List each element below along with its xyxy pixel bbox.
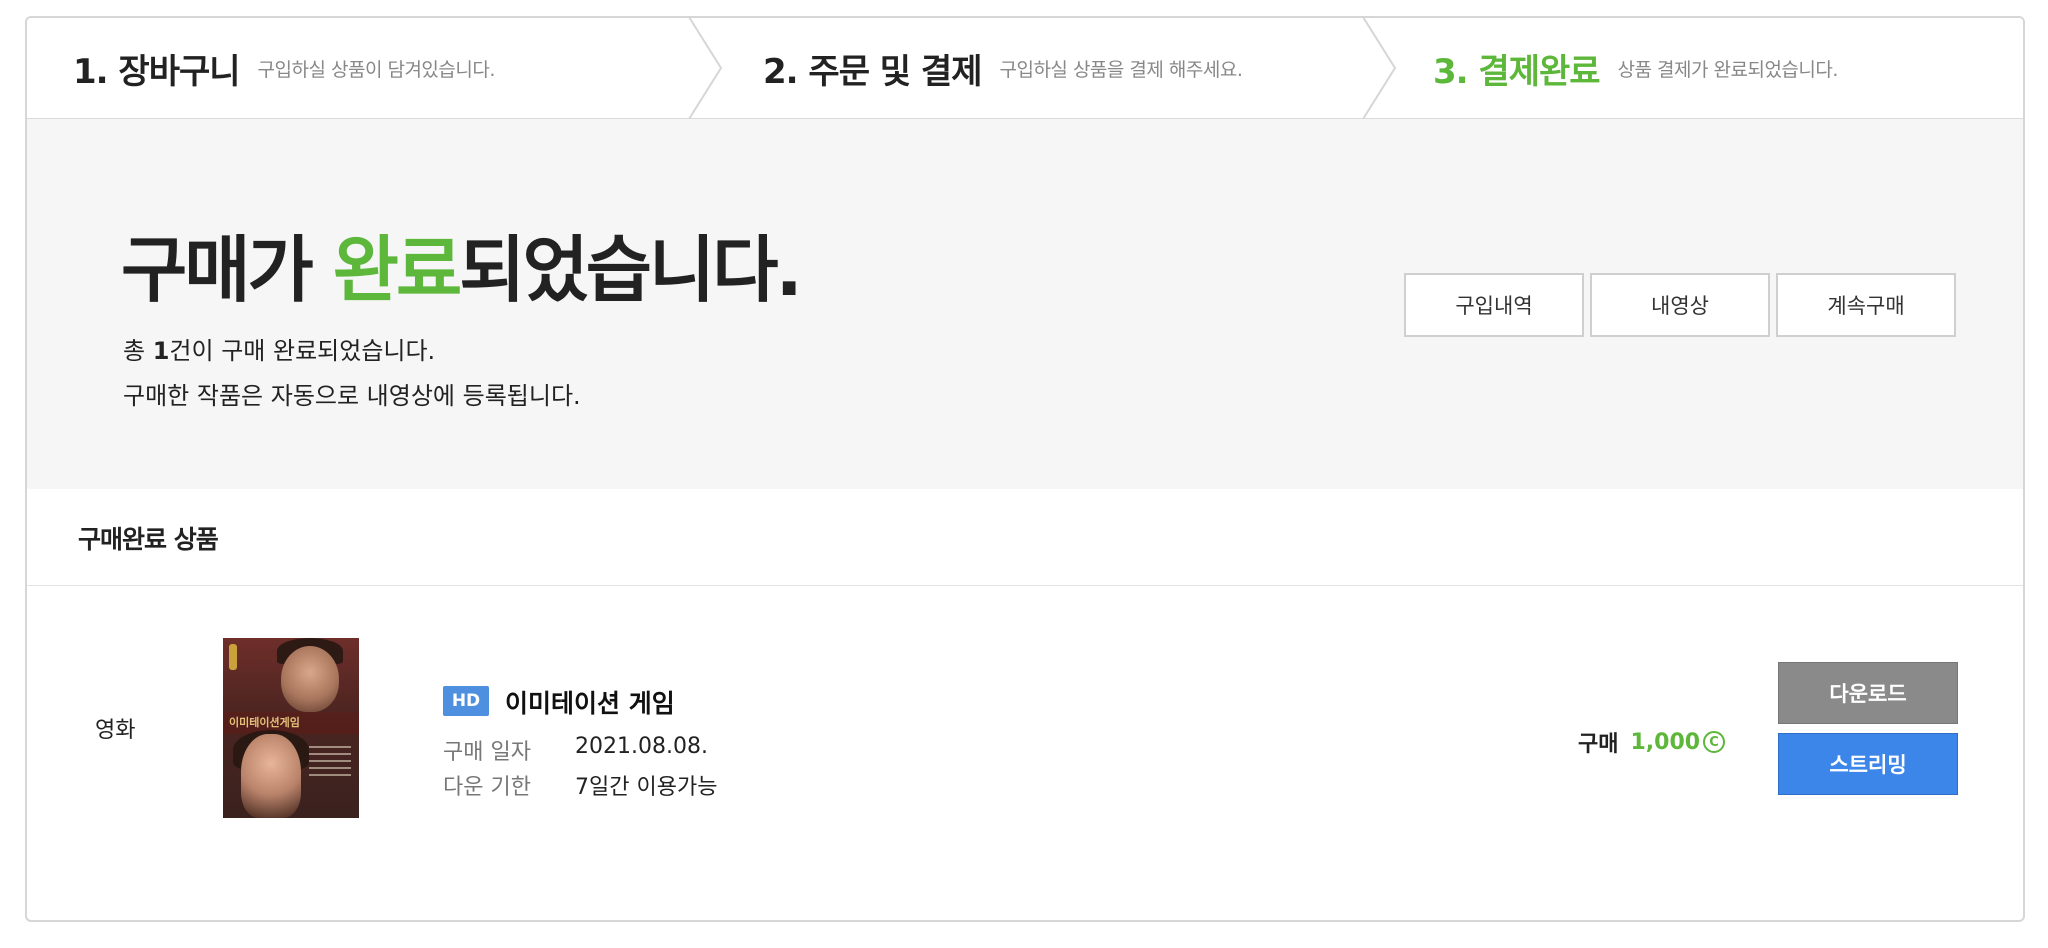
poster-figure	[241, 734, 301, 818]
poster-award-icon	[229, 644, 237, 670]
price-value: 1,000	[1630, 729, 1701, 755]
coin-currency-icon: C	[1703, 731, 1726, 753]
count-prefix: 총	[123, 337, 153, 365]
step-description: 구입하실 상품이 담겨있습니다.	[257, 58, 496, 81]
count-suffix: 건이 구매 완료되었습니다.	[169, 337, 436, 365]
download-button[interactable]: 다운로드	[1778, 662, 1958, 724]
product-category: 영화	[95, 718, 136, 743]
completion-heading: 구매가 완료되었습니다.	[121, 211, 803, 316]
completion-count-text: 총 1건이 구매 완료되었습니다.	[123, 331, 435, 366]
step-cart: 1. 장바구니 구입하실 상품이 담겨있습니다.	[73, 18, 495, 118]
streaming-button[interactable]: 스트리밍	[1778, 733, 1958, 795]
heading-text: 구매가	[121, 228, 333, 312]
price-label: 구매	[1578, 732, 1619, 757]
step-title: 3. 결제완료	[1433, 51, 1601, 92]
step-description: 상품 결제가 완료되었습니다.	[1617, 58, 1839, 81]
step-separator-chevron	[1362, 18, 1397, 119]
checkout-steps: 1. 장바구니 구입하실 상품이 담겨있습니다. 2. 주문 및 결제 구입하실…	[27, 18, 2023, 119]
purchase-date-label: 구매 일자	[443, 740, 531, 765]
purchase-price: 구매 1,000 C	[1578, 726, 1726, 758]
auto-register-notice: 구매한 작품은 자동으로 내영상에 등록됩니다.	[123, 382, 581, 410]
continue-shopping-button[interactable]: 계속구매	[1776, 273, 1956, 337]
download-period-label: 다운 기한	[443, 775, 531, 800]
poster-figure	[281, 646, 339, 712]
step-order-payment: 2. 주문 및 결제 구입하실 상품을 결제 해주세요.	[763, 18, 1243, 118]
completed-products-heading: 구매완료 상품	[78, 525, 219, 554]
purchase-history-button[interactable]: 구입내역	[1404, 273, 1584, 337]
completion-hero: 구매가 완료되었습니다. 총 1건이 구매 완료되었습니다. 구매한 작품은 자…	[27, 119, 2023, 489]
poster-title-text: 이미테이션게임	[229, 716, 300, 729]
heading-text: 되었습니다.	[459, 228, 803, 312]
divider	[27, 585, 2023, 586]
step-payment-complete: 3. 결제완료 상품 결제가 완료되었습니다.	[1433, 18, 1838, 118]
download-period-value: 7일간 이용가능	[575, 775, 718, 800]
step-title: 1. 장바구니	[73, 51, 241, 92]
poster-credits	[309, 746, 351, 776]
hd-badge: HD	[443, 686, 489, 716]
purchase-date-value: 2021.08.08.	[575, 734, 708, 759]
movie-poster-thumbnail[interactable]: 이미테이션게임	[223, 638, 359, 818]
my-videos-button[interactable]: 내영상	[1590, 273, 1770, 337]
order-complete-panel: 1. 장바구니 구입하실 상품이 담겨있습니다. 2. 주문 및 결제 구입하실…	[25, 16, 2025, 922]
heading-accent-text: 완료	[332, 228, 462, 312]
count-value: 1	[152, 337, 170, 365]
product-title[interactable]: 이미테이션 게임	[505, 684, 675, 720]
step-title: 2. 주문 및 결제	[763, 51, 982, 92]
step-separator-chevron	[688, 18, 723, 119]
step-description: 구입하실 상품을 결제 해주세요.	[999, 58, 1243, 81]
